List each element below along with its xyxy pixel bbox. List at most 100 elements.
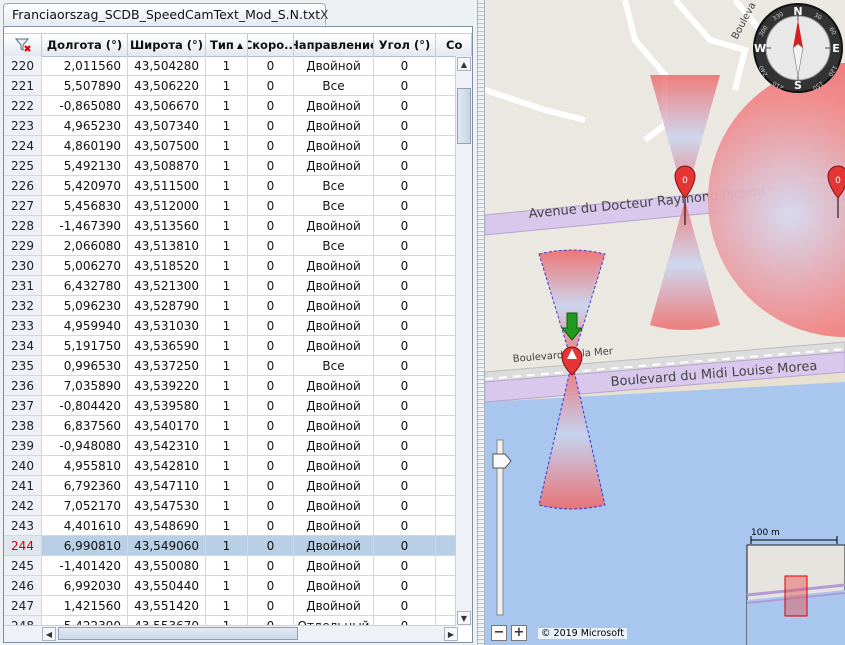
table-row[interactable]: 229 2,066080 43,513810 1 0 Все 0 (4, 236, 456, 256)
speed-cell: 0 (248, 236, 294, 256)
speed-cell: 0 (248, 416, 294, 436)
speed-cell: 0 (248, 376, 294, 396)
speed-cell: 0 (248, 356, 294, 376)
table-row[interactable]: 230 5,006270 43,518520 1 0 Двойной 0 (4, 256, 456, 276)
horizontal-scrollbar[interactable]: ◀ ▶ (4, 625, 458, 642)
row-number: 223 (4, 116, 42, 136)
filter-clear-icon[interactable] (4, 34, 42, 56)
column-header-speed[interactable]: Скоро... (248, 34, 294, 56)
row-number: 245 (4, 556, 42, 576)
direction-cell: Двойной (294, 316, 374, 336)
horizontal-scroll-thumb[interactable] (58, 627, 298, 640)
table-row[interactable]: 240 4,955810 43,542810 1 0 Двойной 0 (4, 456, 456, 476)
vertical-scrollbar[interactable]: ▲ ▼ (455, 56, 472, 626)
latitude-cell: 43,551420 (128, 596, 206, 616)
latitude-cell: 43,511500 (128, 176, 206, 196)
column-header-direction[interactable]: Направление (294, 34, 374, 56)
extra-cell (436, 296, 456, 316)
direction-cell: Двойной (294, 136, 374, 156)
column-header-latitude[interactable]: Широта (°) (128, 34, 206, 56)
type-cell: 1 (206, 436, 248, 456)
row-number: 233 (4, 316, 42, 336)
scroll-left-icon[interactable]: ◀ (42, 627, 56, 641)
latitude-cell: 43,550440 (128, 576, 206, 596)
table-row[interactable]: 244 6,990810 43,549060 1 0 Двойной 0 (4, 536, 456, 556)
overview-minimap[interactable] (746, 536, 845, 645)
longitude-cell: 5,006270 (42, 256, 128, 276)
zoom-out-button[interactable]: − (491, 625, 507, 641)
latitude-cell: 43,513810 (128, 236, 206, 256)
table-row[interactable]: 242 7,052170 43,547530 1 0 Двойной 0 (4, 496, 456, 516)
scroll-right-icon[interactable]: ▶ (444, 627, 458, 641)
direction-cell: Двойной (294, 456, 374, 476)
sort-ascending-icon: ▲ (236, 40, 243, 50)
zoom-in-button[interactable]: + (511, 625, 527, 641)
direction-cell: Все (294, 236, 374, 256)
table-row[interactable]: 238 6,837560 43,540170 1 0 Двойной 0 (4, 416, 456, 436)
column-header-longitude[interactable]: Долгота (°) (42, 34, 128, 56)
scroll-down-icon[interactable]: ▼ (457, 611, 471, 625)
table-row[interactable]: 220 2,011560 43,504280 1 0 Двойной 0 (4, 56, 456, 76)
split-divider[interactable] (477, 0, 485, 645)
table-row[interactable]: 226 5,420970 43,511500 1 0 Все 0 (4, 176, 456, 196)
table-row[interactable]: 239 -0,948080 43,542310 1 0 Двойной 0 (4, 436, 456, 456)
table-row[interactable]: 235 0,996530 43,537250 1 0 Все 0 (4, 356, 456, 376)
extra-cell (436, 216, 456, 236)
table-row[interactable]: 236 7,035890 43,539220 1 0 Двойной 0 (4, 376, 456, 396)
direction-cell: Двойной (294, 556, 374, 576)
type-cell: 1 (206, 276, 248, 296)
close-tab-icon[interactable]: X (320, 8, 328, 22)
table-row[interactable]: 241 6,792360 43,547110 1 0 Двойной 0 (4, 476, 456, 496)
table-row[interactable]: 232 5,096230 43,528790 1 0 Двойной 0 (4, 296, 456, 316)
type-cell: 1 (206, 156, 248, 176)
table-row[interactable]: 227 5,456830 43,512000 1 0 Все 0 (4, 196, 456, 216)
table-row[interactable]: 237 -0,804420 43,539580 1 0 Двойной 0 (4, 396, 456, 416)
speed-cell: 0 (248, 336, 294, 356)
angle-cell: 0 (374, 276, 436, 296)
column-header-type[interactable]: Тип ▲ (206, 34, 248, 56)
scale-label: 100 m (751, 528, 780, 538)
table-row[interactable]: 228 -1,467390 43,513560 1 0 Двойной 0 (4, 216, 456, 236)
table-row[interactable]: 247 1,421560 43,551420 1 0 Двойной 0 (4, 596, 456, 616)
column-header-angle[interactable]: Угол (°) (374, 34, 436, 56)
row-number: 239 (4, 436, 42, 456)
table-row[interactable]: 246 6,992030 43,550440 1 0 Двойной 0 (4, 576, 456, 596)
scroll-thumb[interactable] (457, 88, 471, 144)
table-row[interactable]: 245 -1,401420 43,550080 1 0 Двойной 0 (4, 556, 456, 576)
compass-s: S (794, 79, 802, 92)
type-cell: 1 (206, 56, 248, 76)
longitude-cell: 6,992030 (42, 576, 128, 596)
table-row[interactable]: 243 4,401610 43,548690 1 0 Двойной 0 (4, 516, 456, 536)
minimap-viewport[interactable] (784, 575, 808, 617)
compass-rose[interactable]: N E S W 330 30 60 120 150 210 240 300 (753, 3, 843, 93)
table-row[interactable]: 224 4,860190 43,507500 1 0 Двойной 0 (4, 136, 456, 156)
table-row[interactable]: 233 4,959940 43,531030 1 0 Двойной 0 (4, 316, 456, 336)
speed-cell: 0 (248, 536, 294, 556)
table-row[interactable]: 234 5,191750 43,536590 1 0 Двойной 0 (4, 336, 456, 356)
speed-cell: 0 (248, 176, 294, 196)
table-row[interactable]: 231 6,432780 43,521300 1 0 Двойной 0 (4, 276, 456, 296)
column-header-type-label: Тип (209, 38, 234, 52)
longitude-cell: 4,959940 (42, 316, 128, 336)
row-number: 231 (4, 276, 42, 296)
angle-cell: 0 (374, 396, 436, 416)
file-tab-title: Franciaorszag_SCDB_SpeedCamText_Mod_S.N.… (12, 7, 321, 22)
column-header-co[interactable]: Со (436, 34, 472, 56)
table-row[interactable]: 225 5,492130 43,508870 1 0 Двойной 0 (4, 156, 456, 176)
longitude-cell: 2,066080 (42, 236, 128, 256)
scroll-up-icon[interactable]: ▲ (457, 57, 471, 71)
row-number: 226 (4, 176, 42, 196)
row-number: 221 (4, 76, 42, 96)
table-row[interactable]: 223 4,965230 43,507340 1 0 Двойной 0 (4, 116, 456, 136)
extra-cell (436, 136, 456, 156)
longitude-cell: 5,492130 (42, 156, 128, 176)
longitude-cell: -1,467390 (42, 216, 128, 236)
row-number: 237 (4, 396, 42, 416)
direction-cell: Все (294, 196, 374, 216)
map-view[interactable]: Avenue du Docteur Raymond Picaud Bouleva… (485, 0, 845, 645)
angle-cell: 0 (374, 436, 436, 456)
table-row[interactable]: 222 -0,865080 43,506670 1 0 Двойной 0 (4, 96, 456, 116)
table-row[interactable]: 221 5,507890 43,506220 1 0 Все 0 (4, 76, 456, 96)
file-tab[interactable]: Franciaorszag_SCDB_SpeedCamText_Mod_S.N.… (3, 3, 328, 25)
type-cell: 1 (206, 296, 248, 316)
